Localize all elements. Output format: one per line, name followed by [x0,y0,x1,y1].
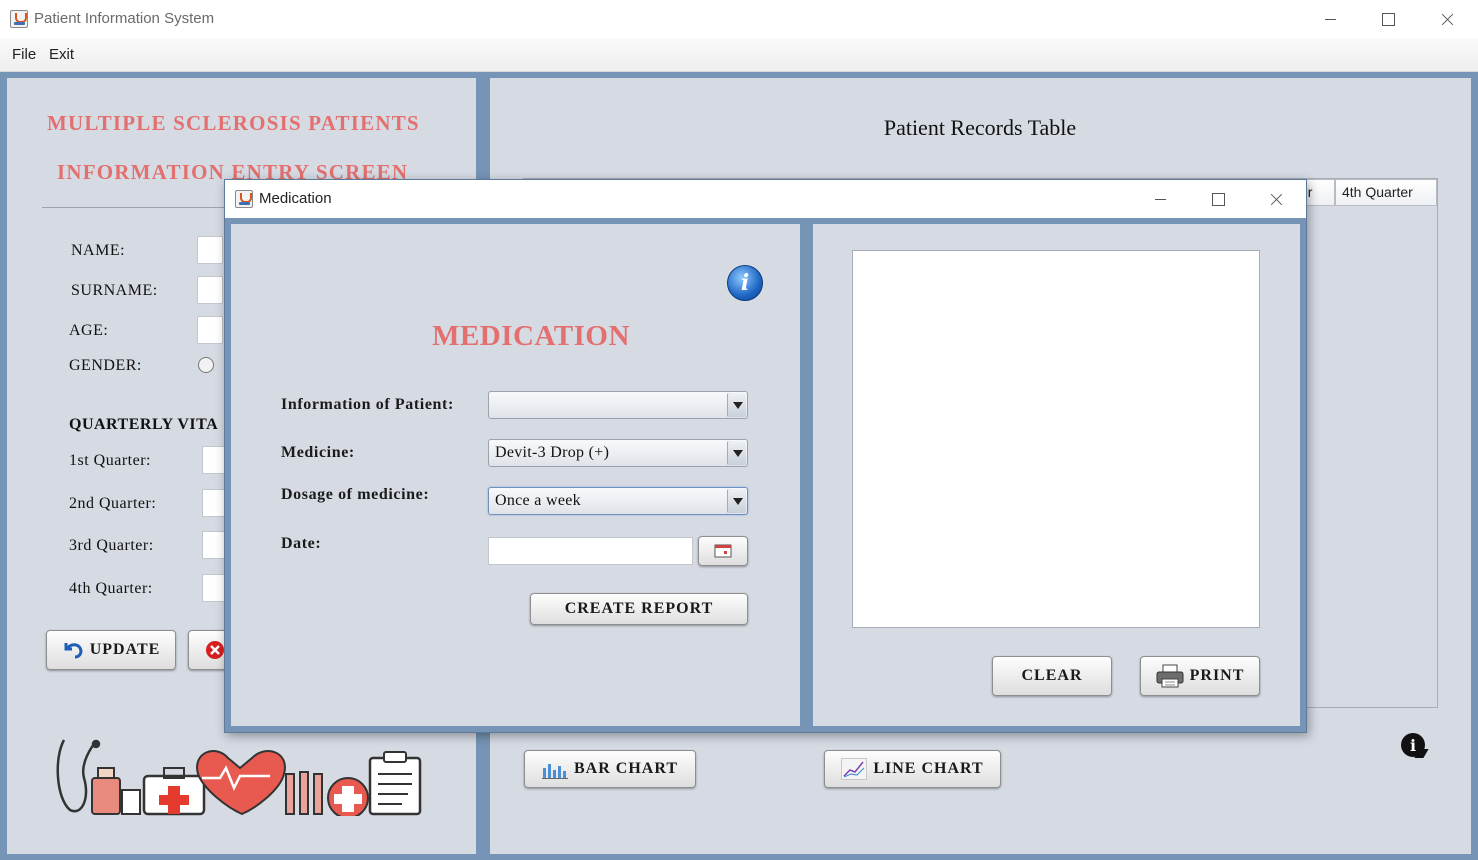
name-field[interactable] [197,236,223,264]
info-icon[interactable]: i [727,265,763,301]
medication-dialog: Medication i MEDICATION Information of P… [224,179,1307,733]
q2-label: 2nd Quarter: [69,495,157,512]
entry-screen-title-line1: MULTIPLE SCLEROSIS PATIENTS [47,111,420,135]
create-report-button[interactable]: CREATE REPORT [530,593,748,625]
delete-x-icon [206,641,224,659]
gender-label: GENDER: [69,357,142,374]
dialog-minimize-icon[interactable] [1137,184,1183,214]
delete-button[interactable] [188,630,228,670]
medicine-label: Medicine: [281,444,355,461]
java-app-icon [10,10,28,28]
medical-illustration [56,739,422,816]
medication-form-panel [231,224,800,726]
clear-button[interactable]: CLEAR [992,656,1112,696]
q1-label: 1st Quarter: [69,452,151,469]
maximize-icon[interactable] [1365,4,1411,34]
surname-field[interactable] [197,276,223,304]
medication-heading: MEDICATION [432,320,630,352]
gender-radio[interactable] [198,357,214,373]
quarterly-vitals-label: QUARTERLY VITA [69,416,219,433]
table-header-4th-quarter[interactable]: 4th Quarter [1335,179,1437,206]
chevron-down-icon [727,441,746,465]
calendar-icon [714,544,732,558]
window-title: Patient Information System [34,10,215,27]
q3-label: 3rd Quarter: [69,537,154,554]
menu-exit[interactable]: Exit [49,46,74,63]
q4-label: 4th Quarter: [69,580,153,597]
printer-icon [1156,664,1184,688]
medicine-value: Devit-3 Drop (+) [495,444,610,461]
bar-chart-button-label: BAR CHART [574,760,678,777]
medicine-dropdown[interactable]: Devit-3 Drop (+) [488,439,748,467]
bar-chart-icon [542,764,568,779]
date-picker-button[interactable] [698,536,748,566]
dialog-title: Medication [259,190,332,207]
help-info-icon[interactable]: i [1401,733,1425,757]
chevron-down-icon [727,489,746,513]
dialog-maximize-icon[interactable] [1195,184,1241,214]
age-label: AGE: [69,322,109,339]
update-button[interactable]: UPDATE [46,630,176,670]
dialog-close-icon[interactable] [1253,184,1299,214]
dosage-dropdown[interactable]: Once a week [488,487,748,515]
dosage-value: Once a week [495,492,581,509]
java-app-icon [235,190,253,208]
date-label: Date: [281,535,322,552]
surname-label: SURNAME: [71,282,158,299]
bar-chart-button[interactable]: BAR CHART [524,750,696,788]
main-window-titlebar: Patient Information System [0,0,1478,38]
chevron-down-icon [727,393,746,417]
create-report-button-label: CREATE REPORT [564,600,714,617]
minimize-icon[interactable] [1307,4,1353,34]
update-button-label: UPDATE [89,641,161,658]
print-button[interactable]: PRINT [1140,656,1260,696]
line-chart-button[interactable]: LINE CHART [824,750,1001,788]
date-field[interactable] [488,537,693,565]
patient-info-label: Information of Patient: [281,396,454,413]
print-button-label: PRINT [1189,667,1245,684]
close-icon[interactable] [1424,4,1470,34]
menu-file[interactable]: File [12,46,36,63]
age-field[interactable] [197,316,223,344]
menu-bar: File Exit [0,38,1478,72]
clear-button-label: CLEAR [1021,667,1083,684]
line-chart-icon [841,758,868,780]
undo-arrow-icon [64,643,83,659]
report-text-area[interactable] [852,250,1260,628]
patient-info-dropdown[interactable] [488,391,748,419]
records-table-title: Patient Records Table [883,115,1077,140]
medication-dialog-titlebar: Medication [225,180,1306,218]
dosage-label: Dosage of medicine: [281,486,430,503]
name-label: NAME: [71,242,126,259]
line-chart-button-label: LINE CHART [873,760,984,777]
